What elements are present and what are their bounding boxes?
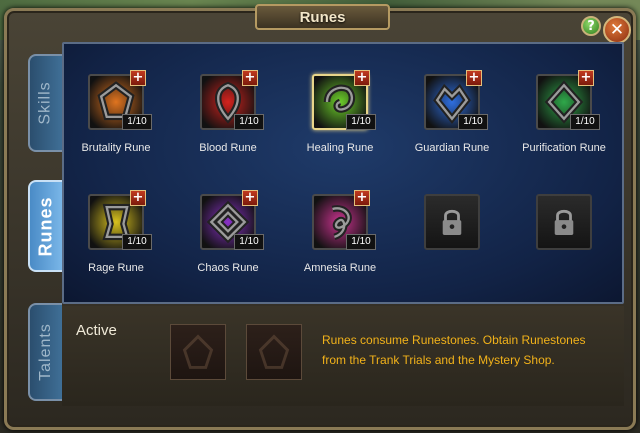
rune-icon-wrap[interactable]: +1/10 <box>88 190 152 250</box>
rune-level: 1/10 <box>122 234 152 250</box>
tab-skills[interactable]: Skills <box>28 54 62 152</box>
upgrade-plus-button[interactable]: + <box>242 70 258 86</box>
active-runes-bar: Active Runes consume Runestones. Obtain … <box>62 306 624 406</box>
rune-level: 1/10 <box>234 114 264 130</box>
rune-name: Guardian Rune <box>414 142 490 154</box>
upgrade-plus-button[interactable]: + <box>242 190 258 206</box>
rune-slot[interactable]: +1/10 Blood Rune <box>176 44 296 154</box>
runes-panel: +1/10 Brutality Rune +1/10 Blood Rune +1/10 H… <box>62 42 624 304</box>
tab-runes-label: Runes <box>35 195 56 257</box>
close-button[interactable]: ✕ <box>603 16 631 44</box>
rune-icon-wrap[interactable]: +1/10 <box>312 70 376 130</box>
rune-slot[interactable]: +1/10 Amnesia Rune <box>288 164 408 274</box>
upgrade-plus-button[interactable]: + <box>130 70 146 86</box>
lock-icon <box>424 194 480 250</box>
tab-runes[interactable]: Runes <box>28 180 62 272</box>
rune-slot[interactable]: +1/10 Healing Rune <box>288 44 408 154</box>
locked-rune-slot <box>400 164 520 274</box>
rune-level: 1/10 <box>234 234 264 250</box>
upgrade-plus-button[interactable]: + <box>354 70 370 86</box>
rune-level: 1/10 <box>570 114 600 130</box>
rune-level: 1/10 <box>122 114 152 130</box>
active-label: Active <box>76 322 117 339</box>
rune-slot[interactable]: +1/10 Brutality Rune <box>64 44 184 154</box>
rune-name: Healing Rune <box>306 142 374 154</box>
upgrade-plus-button[interactable]: + <box>578 70 594 86</box>
lock-icon <box>536 194 592 250</box>
rune-name: Amnesia Rune <box>303 262 377 274</box>
active-slot-1[interactable] <box>170 324 226 380</box>
active-slot-2[interactable] <box>246 324 302 380</box>
empty-rune-slot-icon <box>182 334 214 369</box>
rune-slot[interactable]: +1/10 Chaos Rune <box>176 164 296 274</box>
rune-name: Purification Rune <box>522 142 606 154</box>
tab-talents[interactable]: Talents <box>28 303 62 401</box>
empty-rune-slot-icon <box>258 334 290 369</box>
locked-rune-slot <box>512 164 632 274</box>
rune-icon-wrap[interactable]: +1/10 <box>200 190 264 250</box>
rune-icon-wrap[interactable]: +1/10 <box>200 70 264 130</box>
rune-slot[interactable]: +1/10 Rage Rune <box>64 164 184 274</box>
rune-icon-wrap[interactable]: +1/10 <box>312 190 376 250</box>
rune-name: Rage Rune <box>88 262 144 274</box>
rune-name: Blood Rune <box>199 142 257 154</box>
rune-name: Brutality Rune <box>81 142 151 154</box>
rune-icon-wrap[interactable]: +1/10 <box>424 70 488 130</box>
help-button[interactable]: ? <box>581 16 601 36</box>
rune-level: 1/10 <box>346 114 376 130</box>
upgrade-plus-button[interactable]: + <box>466 70 482 86</box>
runestone-hint: Runes consume Runestones. Obtain Runesto… <box>322 333 586 367</box>
rune-icon-wrap[interactable]: +1/10 <box>88 70 152 130</box>
window-title: Runes <box>255 4 390 30</box>
rune-icon-wrap[interactable]: +1/10 <box>536 70 600 130</box>
rune-slot[interactable]: +1/10 Guardian Rune <box>400 44 520 154</box>
upgrade-plus-button[interactable]: + <box>354 190 370 206</box>
tab-talents-label: Talents <box>37 323 55 381</box>
rune-level: 1/10 <box>458 114 488 130</box>
upgrade-plus-button[interactable]: + <box>130 190 146 206</box>
tab-skills-label: Skills <box>37 81 54 125</box>
rune-level: 1/10 <box>346 234 376 250</box>
rune-slot[interactable]: +1/10 Purification Rune <box>512 44 632 154</box>
rune-name: Chaos Rune <box>197 262 259 274</box>
